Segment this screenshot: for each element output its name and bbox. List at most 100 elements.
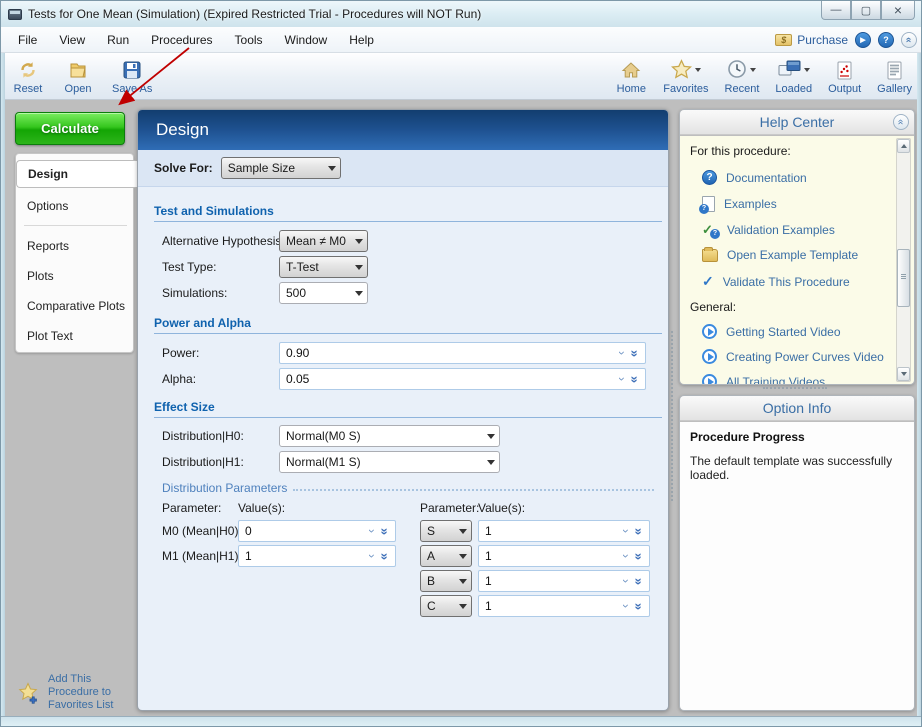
scroll-thumb[interactable] [897,249,910,307]
distribution-h0-combobox[interactable]: Normal(M0 S) [279,425,500,447]
chevron-down-icon[interactable]: › [620,525,632,537]
s-values-input[interactable] [479,524,620,538]
chevron-down-icon[interactable]: › [620,600,632,612]
chevron-down-icon[interactable]: › [366,550,378,562]
dropdown-caret-icon [695,68,701,72]
favorites-button[interactable]: Favorites [658,56,713,97]
tab-plot-text[interactable]: Plot Text [16,322,135,350]
option-info-header: Option Info [680,396,914,421]
test-type-label: Test Type: [162,260,216,274]
horizontal-splitter[interactable] [763,387,827,392]
maximize-button-icon[interactable]: ▢ [851,1,881,20]
c-values-input[interactable] [479,599,620,613]
help-circle-button[interactable]: ? [878,32,894,48]
a-values-input[interactable] [479,549,620,563]
menu-help[interactable]: Help [338,29,385,51]
chevron-down-icon[interactable]: › [366,525,378,537]
gallery-button[interactable]: Gallery [872,56,917,97]
tab-design[interactable]: Design [16,160,137,188]
option-info-title: Option Info [763,400,832,416]
double-chevron-icon[interactable]: » [379,549,392,563]
param-s-combobox[interactable]: S [420,520,472,542]
double-chevron-icon[interactable]: » [633,549,646,563]
recent-button[interactable]: Recent [720,56,765,97]
param-c-combobox[interactable]: C [420,595,472,617]
menu-view[interactable]: View [48,29,96,51]
menu-tools[interactable]: Tools [224,29,274,51]
chevron-down-icon[interactable]: › [616,347,628,359]
tab-separator [24,225,127,226]
power-input[interactable] [280,346,616,360]
solve-for-combobox[interactable]: Sample Size [221,157,341,179]
double-chevron-icon[interactable]: » [633,524,646,538]
subsection-distribution-parameters: Distribution Parameters [162,481,654,495]
menu-file[interactable]: File [7,29,48,51]
calculate-button[interactable]: Calculate [15,112,125,145]
link-power-curves-video[interactable]: Creating Power Curves Video [702,349,884,364]
home-button[interactable]: Home [610,56,652,97]
chevron-down-icon[interactable]: › [620,575,632,587]
close-button-icon[interactable]: × [881,1,915,20]
simulations-combobox[interactable]: 500 [279,282,368,304]
alpha-input[interactable] [280,372,616,386]
distribution-h1-combobox[interactable]: Normal(M1 S) [279,451,500,473]
link-open-example-template[interactable]: Open Example Template [702,248,858,262]
scroll-down-button[interactable] [897,367,910,381]
double-chevron-icon[interactable]: » [629,372,642,386]
procedure-progress-message: The default template was successfully lo… [690,454,906,482]
save-as-button[interactable]: Save As [107,56,157,97]
scroll-up-button[interactable] [897,139,910,153]
double-chevron-icon[interactable]: » [629,346,642,360]
chevron-down-icon [324,166,340,171]
reset-button[interactable]: Reset [7,56,49,97]
output-button[interactable]: Output [823,56,866,97]
menu-procedures[interactable]: Procedures [140,29,223,51]
chevron-down-icon[interactable]: › [620,550,632,562]
param-b-combobox[interactable]: B [420,570,472,592]
link-validate-procedure[interactable]: ✓ Validate This Procedure [702,273,850,290]
double-chevron-icon[interactable]: » [633,599,646,613]
link-validation-examples[interactable]: ✓ Validation Examples [702,222,835,237]
star-plus-icon [17,681,41,705]
menu-run[interactable]: Run [96,29,140,51]
tab-reports[interactable]: Reports [16,232,135,260]
tab-comparative-plots[interactable]: Comparative Plots [16,292,135,320]
chevron-down-icon[interactable]: › [616,373,628,385]
loaded-button[interactable]: Loaded [770,56,817,97]
dropdown-caret-icon [804,68,810,72]
link-documentation[interactable]: ? Documentation [702,170,807,185]
param-a-combobox[interactable]: A [420,545,472,567]
m1-values-input[interactable] [239,549,366,563]
power-field: › » [279,342,646,364]
double-chevron-icon[interactable]: » [633,574,646,588]
video-play-button[interactable]: ▶ [855,32,871,48]
link-all-training-videos[interactable]: All Training Videos [702,374,825,385]
purchase-button[interactable]: $ Purchase [775,33,848,47]
b-values-input[interactable] [479,574,620,588]
add-to-favorites-link[interactable]: Add This Procedure to Favorites List [17,673,113,712]
minimize-button-icon[interactable]: — [821,1,851,20]
chevron-down-icon [455,579,471,584]
link-getting-started-video[interactable]: Getting Started Video [702,324,841,339]
toolbar-left-group: Reset Open Save As [7,56,157,97]
double-chevron-icon[interactable]: » [379,524,392,538]
link-examples[interactable]: Examples [702,196,777,212]
window-title: Tests for One Mean (Simulation) (Expired… [28,7,481,21]
collapse-panel-button[interactable]: » [893,114,909,130]
alt-hypothesis-combobox[interactable]: Mean ≠ M0 [279,230,368,252]
m0-values-input[interactable] [239,524,366,538]
tab-plots[interactable]: Plots [16,262,135,290]
tab-options[interactable]: Options [16,192,135,220]
test-type-combobox[interactable]: T-Test [279,256,368,278]
folder-icon [702,249,718,262]
open-folder-icon [68,59,88,81]
distribution-h0-label: Distribution|H0: [162,429,244,443]
vertical-splitter[interactable] [671,331,676,501]
home-icon [621,59,641,81]
open-button[interactable]: Open [57,56,99,97]
help-scrollbar[interactable] [896,138,911,382]
app-icon [8,9,22,20]
window-controls: — ▢ × [821,1,915,20]
menu-window[interactable]: Window [274,29,339,51]
collapse-ribbon-button[interactable]: » [901,32,917,48]
